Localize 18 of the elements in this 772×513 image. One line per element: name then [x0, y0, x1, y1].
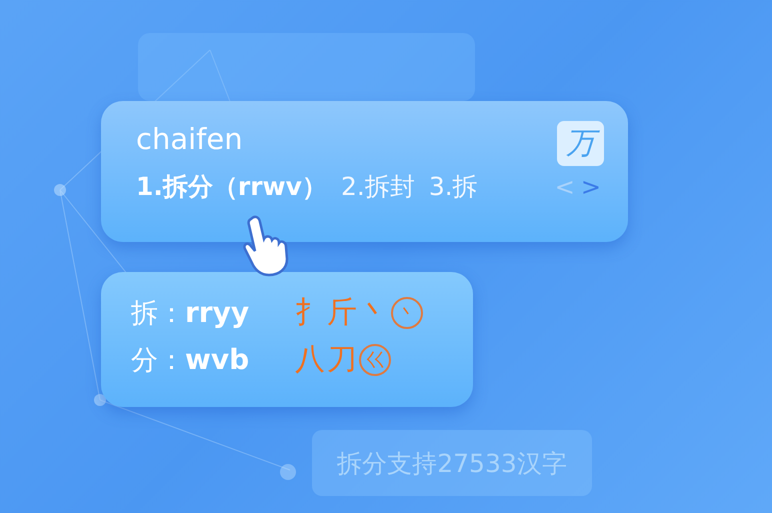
circled-radical: 巜 — [359, 344, 391, 376]
radical: 刀 — [327, 341, 357, 379]
radical: 八 — [295, 341, 325, 379]
feature-badge: 拆分支持27533汉字 — [312, 430, 592, 496]
candidate[interactable]: 3.拆 — [428, 170, 478, 203]
logo-icon[interactable]: 万 — [557, 121, 604, 166]
pinyin-text: chaifen — [136, 121, 243, 157]
radical: 斤 — [327, 294, 357, 332]
code-text: wvb — [185, 343, 250, 376]
code-text: rryy — [185, 296, 250, 329]
character-label: 分： — [131, 344, 185, 378]
radical: 丶 — [359, 294, 389, 332]
circled-radical: 丶 — [391, 296, 423, 328]
candidate[interactable]: 1.拆分（rrwv） — [136, 170, 327, 203]
next-page-button[interactable]: > — [578, 172, 604, 200]
character-label: 拆： — [131, 296, 185, 330]
candidate[interactable]: 2.拆封 — [340, 170, 415, 203]
radical: 扌 — [295, 294, 325, 332]
